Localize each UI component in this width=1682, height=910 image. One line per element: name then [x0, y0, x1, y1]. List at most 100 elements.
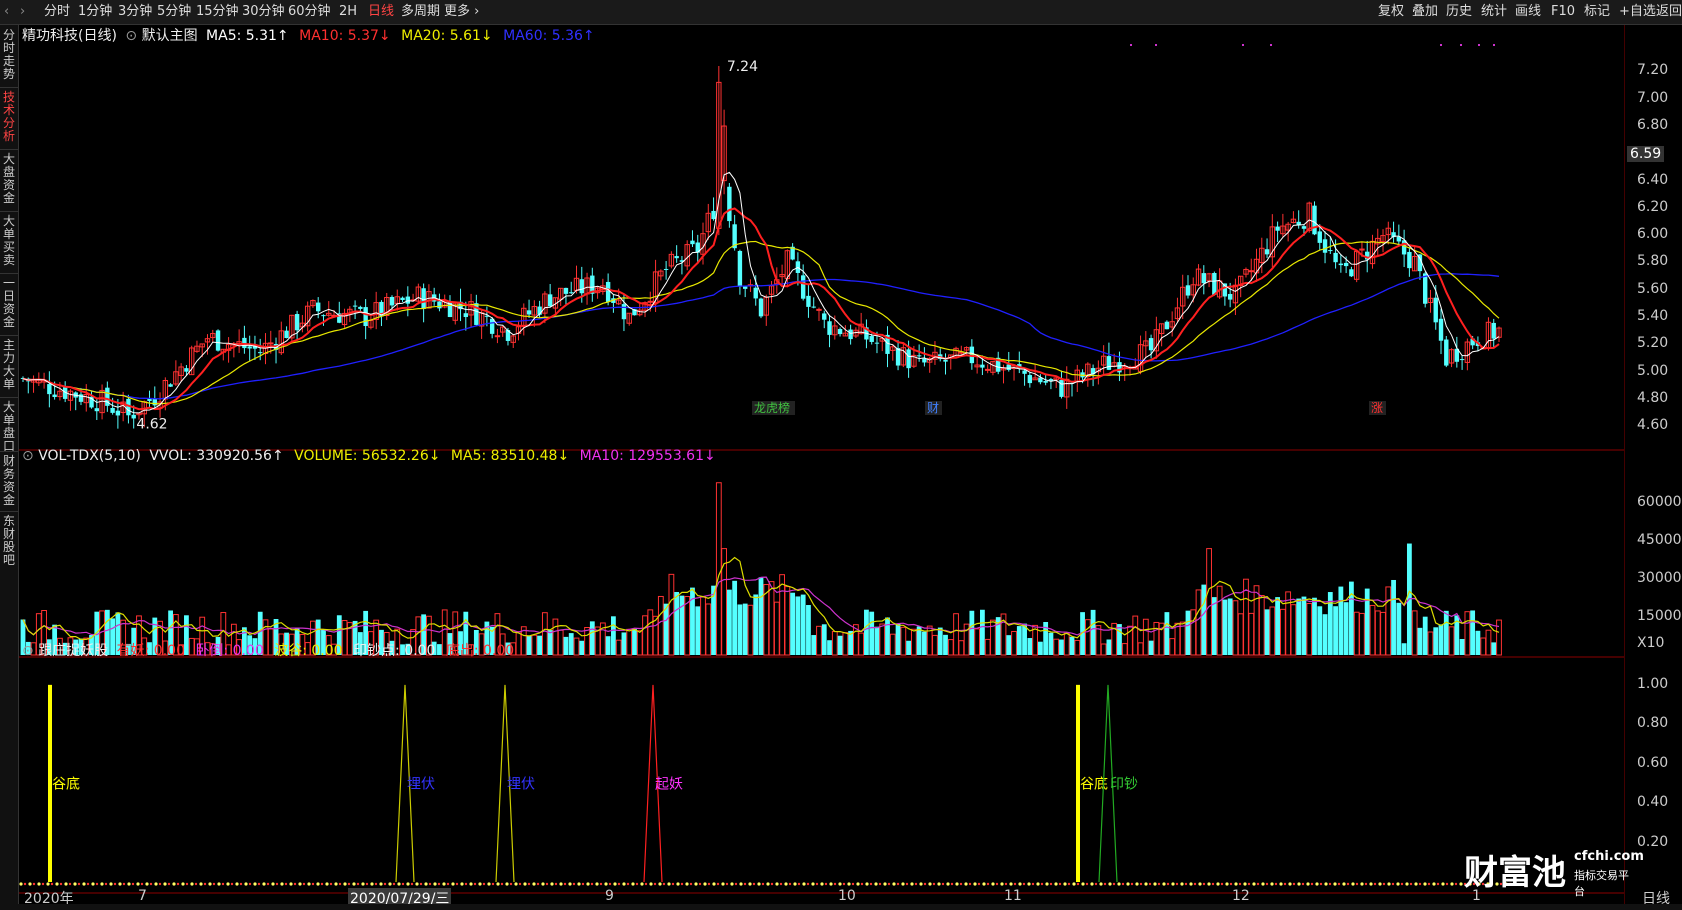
tool-button[interactable]: 历史	[1446, 3, 1472, 21]
period-tab[interactable]: 15分钟	[196, 3, 239, 21]
baseline-dot	[1004, 882, 1008, 886]
template-name[interactable]: 默认主图	[142, 28, 198, 44]
indicator-name[interactable]: 跟庄捉妖股	[38, 643, 108, 659]
more-button[interactable]: 更多 ›	[444, 3, 479, 21]
volume-bar	[1011, 630, 1017, 656]
volume-bar	[1380, 611, 1386, 656]
bogu-value: 波谷: 0.00	[274, 643, 343, 659]
candle-body	[1264, 249, 1270, 255]
volume-bar	[784, 586, 791, 656]
baseline-dot	[46, 882, 50, 886]
candle-body	[258, 352, 263, 354]
baseline-dot	[761, 882, 765, 886]
baseline-dot	[842, 882, 846, 886]
period-tab[interactable]: 多周期	[401, 3, 440, 21]
baseline-dot	[361, 882, 365, 886]
baseline-dot	[662, 882, 666, 886]
x-label: 10	[838, 888, 856, 904]
period-tab[interactable]: 分时	[44, 3, 70, 21]
baseline-dot	[82, 882, 86, 886]
stock-name[interactable]: 精功科技(日线)	[22, 28, 117, 44]
volume-bar	[906, 640, 911, 655]
volume-bar	[1216, 585, 1223, 656]
baseline-dot	[181, 882, 185, 886]
divider	[0, 397, 18, 398]
side-tab[interactable]: 主力大单	[1, 339, 17, 391]
period-tab[interactable]: 30分钟	[242, 3, 285, 21]
baseline-dot	[1441, 882, 1445, 886]
volume-bar	[1369, 604, 1376, 656]
period-tab[interactable]: 60分钟	[288, 3, 331, 21]
side-tab[interactable]: 大单盘口	[1, 401, 17, 453]
baseline-dot	[140, 882, 144, 886]
collapse-icon[interactable]: ‹	[4, 3, 9, 21]
volume-bar	[636, 630, 643, 656]
tool-button[interactable]: 叠加	[1412, 3, 1438, 21]
period-tab[interactable]: 2H	[339, 3, 357, 21]
baseline-dot	[563, 882, 567, 886]
volume-bar	[1117, 624, 1122, 655]
candle-body	[822, 313, 827, 320]
volume-bar	[1438, 624, 1444, 655]
baseline-dot	[806, 882, 810, 886]
baseline-dot	[833, 882, 837, 886]
volume-bar	[1253, 585, 1260, 656]
ma60-value: MA60: 5.36↑	[503, 28, 595, 44]
baseline-dot	[289, 882, 293, 886]
period-tab[interactable]: 1分钟	[78, 3, 112, 21]
volume-bar	[615, 639, 622, 656]
period-tab[interactable]: 5分钟	[157, 3, 191, 21]
baseline-dot	[185, 882, 189, 886]
signal-dot	[1242, 44, 1244, 46]
baseline-dot	[932, 882, 936, 886]
low-price-label: 4.62	[136, 416, 167, 432]
baseline-dot	[874, 882, 878, 886]
volume-bar	[674, 591, 680, 655]
indicator-icon[interactable]: ⊙	[22, 643, 34, 659]
side-tab-selected[interactable]: 技术分析	[1, 91, 17, 143]
baseline-dot	[329, 882, 333, 886]
candle-body	[421, 288, 426, 309]
baseline-dot	[1436, 882, 1440, 886]
signal-dot	[1478, 44, 1480, 46]
candle-body	[1022, 370, 1027, 374]
chart-area[interactable]: 7.244.62龙虎榜财涨 谷底 埋伏 埋伏 起妖 谷底 印钞	[19, 25, 1624, 910]
side-tab[interactable]: 财务资金	[1, 455, 17, 507]
baseline-dot	[536, 882, 540, 886]
expand-icon[interactable]: ›	[20, 3, 25, 21]
baseline-dot	[622, 882, 626, 886]
volume-value: VOLUME: 56532.26↓	[294, 448, 441, 464]
tool-button[interactable]: F10	[1551, 3, 1575, 21]
indicator-icon[interactable]: ⊙	[22, 448, 34, 464]
baseline-dot	[127, 882, 131, 886]
volume-bar	[1391, 579, 1396, 655]
tool-button[interactable]: +自选	[1619, 3, 1656, 21]
period-tab-selected[interactable]: 日线	[368, 3, 394, 21]
tool-button[interactable]: 返回	[1656, 3, 1682, 21]
side-tab[interactable]: 一日资金	[1, 277, 17, 329]
side-tab[interactable]: 东财股吧	[1, 515, 17, 567]
volume-indicator-name[interactable]: VOL-TDX(5,10)	[38, 448, 141, 464]
tool-button[interactable]: 标记	[1584, 3, 1610, 21]
side-tab[interactable]: 分时走势	[1, 29, 17, 81]
tool-button[interactable]: 统计	[1481, 3, 1507, 21]
volume-bar	[531, 634, 538, 656]
baseline-dot	[1414, 882, 1418, 886]
period-tab[interactable]: 3分钟	[118, 3, 152, 21]
candle-body	[837, 329, 843, 335]
side-tab[interactable]: 大单买卖	[1, 215, 17, 267]
baseline-dot	[230, 882, 234, 886]
tool-button[interactable]: 复权	[1378, 3, 1404, 21]
side-tab[interactable]: 大盘资金	[1, 153, 17, 205]
watermark-domain: cfchi.com	[1574, 849, 1644, 864]
baseline-dot	[730, 882, 734, 886]
signal-dot	[1460, 44, 1462, 46]
baseline-dot	[509, 882, 513, 886]
baseline-dot	[464, 882, 468, 886]
template-icon[interactable]: ⊙	[125, 28, 137, 44]
vvol-value: VVOL: 330920.56↑	[149, 448, 284, 464]
volume-bar	[584, 626, 590, 656]
candle-body	[1444, 339, 1449, 366]
tool-button[interactable]: 画线	[1515, 3, 1541, 21]
baseline-dot	[545, 882, 549, 886]
